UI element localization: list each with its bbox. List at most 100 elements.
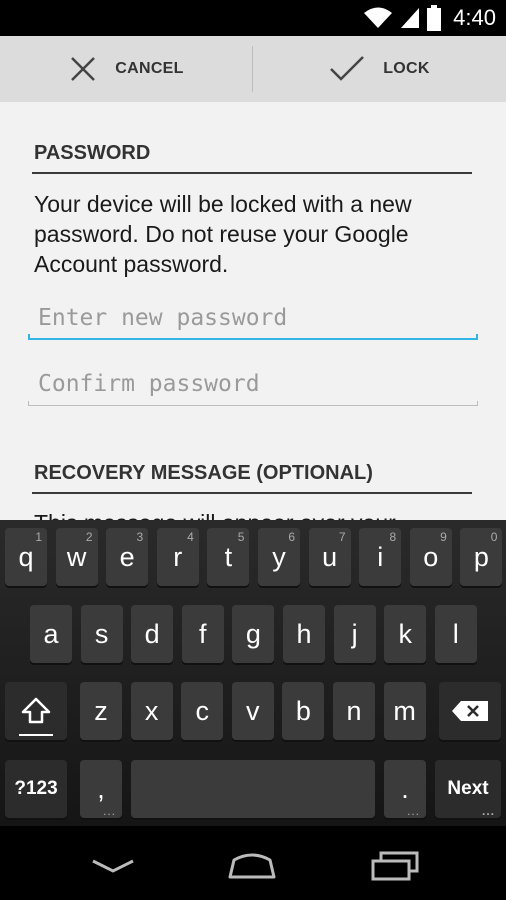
- key-label: b: [295, 695, 311, 726]
- key-c[interactable]: c: [181, 682, 224, 740]
- cancel-label: CANCEL: [115, 60, 184, 77]
- key-label: a: [43, 618, 59, 649]
- key-m[interactable]: m: [383, 682, 426, 740]
- home-button[interactable]: [222, 846, 282, 886]
- symbols-key[interactable]: ?123: [5, 760, 67, 818]
- key-j[interactable]: j: [333, 605, 376, 663]
- key-d[interactable]: d: [131, 605, 174, 663]
- key-b[interactable]: b: [282, 682, 325, 740]
- key-q[interactable]: q1: [5, 528, 47, 586]
- checkmark-icon: [330, 56, 365, 81]
- key-label: z: [94, 695, 108, 726]
- key-label: i: [377, 541, 384, 572]
- field-underline: [28, 338, 478, 340]
- key-hint: 1: [35, 530, 42, 544]
- key-hint: 4: [187, 530, 194, 544]
- key-hint: 7: [338, 530, 346, 544]
- period-label: .: [401, 773, 409, 804]
- key-v[interactable]: v: [231, 682, 274, 740]
- cancel-button[interactable]: CANCEL: [0, 36, 253, 102]
- action-divider: [252, 46, 253, 92]
- next-label: Next: [447, 778, 489, 799]
- recovery-description: This message will appear over your: [34, 508, 474, 520]
- key-hint: 2: [85, 530, 93, 544]
- key-label: k: [398, 618, 412, 649]
- comma-label: ,: [97, 773, 105, 804]
- key-p[interactable]: p0: [460, 528, 503, 586]
- key-label: u: [322, 541, 338, 572]
- backspace-icon: [452, 701, 488, 721]
- navigation-bar: [0, 826, 506, 900]
- backspace-key[interactable]: [439, 682, 501, 740]
- key-label: p: [473, 541, 489, 572]
- next-key[interactable]: Next ...: [435, 760, 501, 818]
- key-label: m: [393, 695, 416, 726]
- key-label: g: [245, 618, 261, 649]
- shift-icon: [21, 697, 51, 724]
- key-x[interactable]: x: [130, 682, 173, 740]
- key-hint: 0: [490, 530, 498, 544]
- key-r[interactable]: r4: [156, 528, 199, 586]
- key-l[interactable]: l: [434, 605, 477, 663]
- key-i[interactable]: i8: [359, 528, 402, 586]
- back-button[interactable]: [83, 846, 143, 886]
- new-password-field[interactable]: [28, 300, 478, 340]
- key-label: q: [18, 541, 34, 572]
- key-t[interactable]: t5: [207, 528, 250, 586]
- key-label: t: [224, 541, 233, 572]
- key-label: j: [351, 618, 358, 649]
- period-key[interactable]: . ...: [384, 760, 426, 818]
- password-section-divider: [32, 172, 472, 174]
- shift-key[interactable]: [5, 682, 67, 740]
- signal-icon: [401, 8, 420, 28]
- lock-label: LOCK: [383, 60, 430, 77]
- confirm-password-input[interactable]: [38, 366, 468, 402]
- key-w[interactable]: w2: [55, 528, 98, 586]
- key-hint: 6: [288, 530, 295, 544]
- key-s[interactable]: s: [80, 605, 123, 663]
- key-z[interactable]: z: [80, 682, 122, 740]
- action-bar: CANCEL LOCK: [0, 36, 506, 102]
- key-label: n: [346, 695, 362, 726]
- key-n[interactable]: n: [333, 682, 375, 740]
- key-hint: 5: [237, 530, 245, 544]
- key-g[interactable]: g: [232, 605, 275, 663]
- status-icons: 4:40: [363, 4, 496, 32]
- key-label: l: [452, 618, 459, 649]
- key-a[interactable]: a: [30, 605, 72, 663]
- key-label: r: [173, 541, 183, 572]
- key-label: o: [423, 541, 439, 572]
- key-hint: 9: [440, 530, 447, 544]
- key-label: c: [195, 695, 209, 726]
- key-o[interactable]: o9: [409, 528, 452, 586]
- status-bar: 4:40: [0, 0, 506, 36]
- password-description: Your device will be locked with a new pa…: [34, 191, 412, 277]
- key-u[interactable]: u7: [308, 528, 351, 586]
- recent-apps-button[interactable]: [365, 846, 425, 886]
- comma-key[interactable]: , ...: [80, 760, 122, 818]
- key-hint: 8: [389, 530, 397, 544]
- home-icon: [228, 853, 276, 879]
- key-label: x: [144, 695, 159, 726]
- lock-button[interactable]: LOCK: [253, 36, 506, 102]
- soft-keyboard: q1w2e3r4t5y6u7i8o9p0 asdfghjkl zxcvbnm ?…: [0, 520, 506, 826]
- space-key[interactable]: [131, 760, 375, 818]
- key-label: w: [66, 541, 87, 572]
- key-y[interactable]: y6: [258, 528, 300, 586]
- key-h[interactable]: h: [283, 605, 325, 663]
- recovery-section-divider: [32, 492, 472, 494]
- recovery-section-title: RECOVERY MESSAGE (OPTIONAL): [34, 462, 373, 484]
- key-label: h: [296, 618, 312, 649]
- key-label: f: [199, 618, 207, 649]
- key-label: s: [94, 618, 109, 649]
- key-f[interactable]: f: [181, 605, 224, 663]
- field-underline: [28, 405, 478, 406]
- password-section-title: PASSWORD: [34, 142, 151, 164]
- key-label: d: [144, 618, 160, 649]
- key-e[interactable]: e3: [106, 528, 149, 586]
- confirm-password-field[interactable]: [28, 366, 478, 406]
- battery-icon: [427, 5, 442, 31]
- key-k[interactable]: k: [384, 605, 427, 663]
- wifi-icon: [364, 7, 393, 28]
- new-password-input[interactable]: [38, 300, 468, 336]
